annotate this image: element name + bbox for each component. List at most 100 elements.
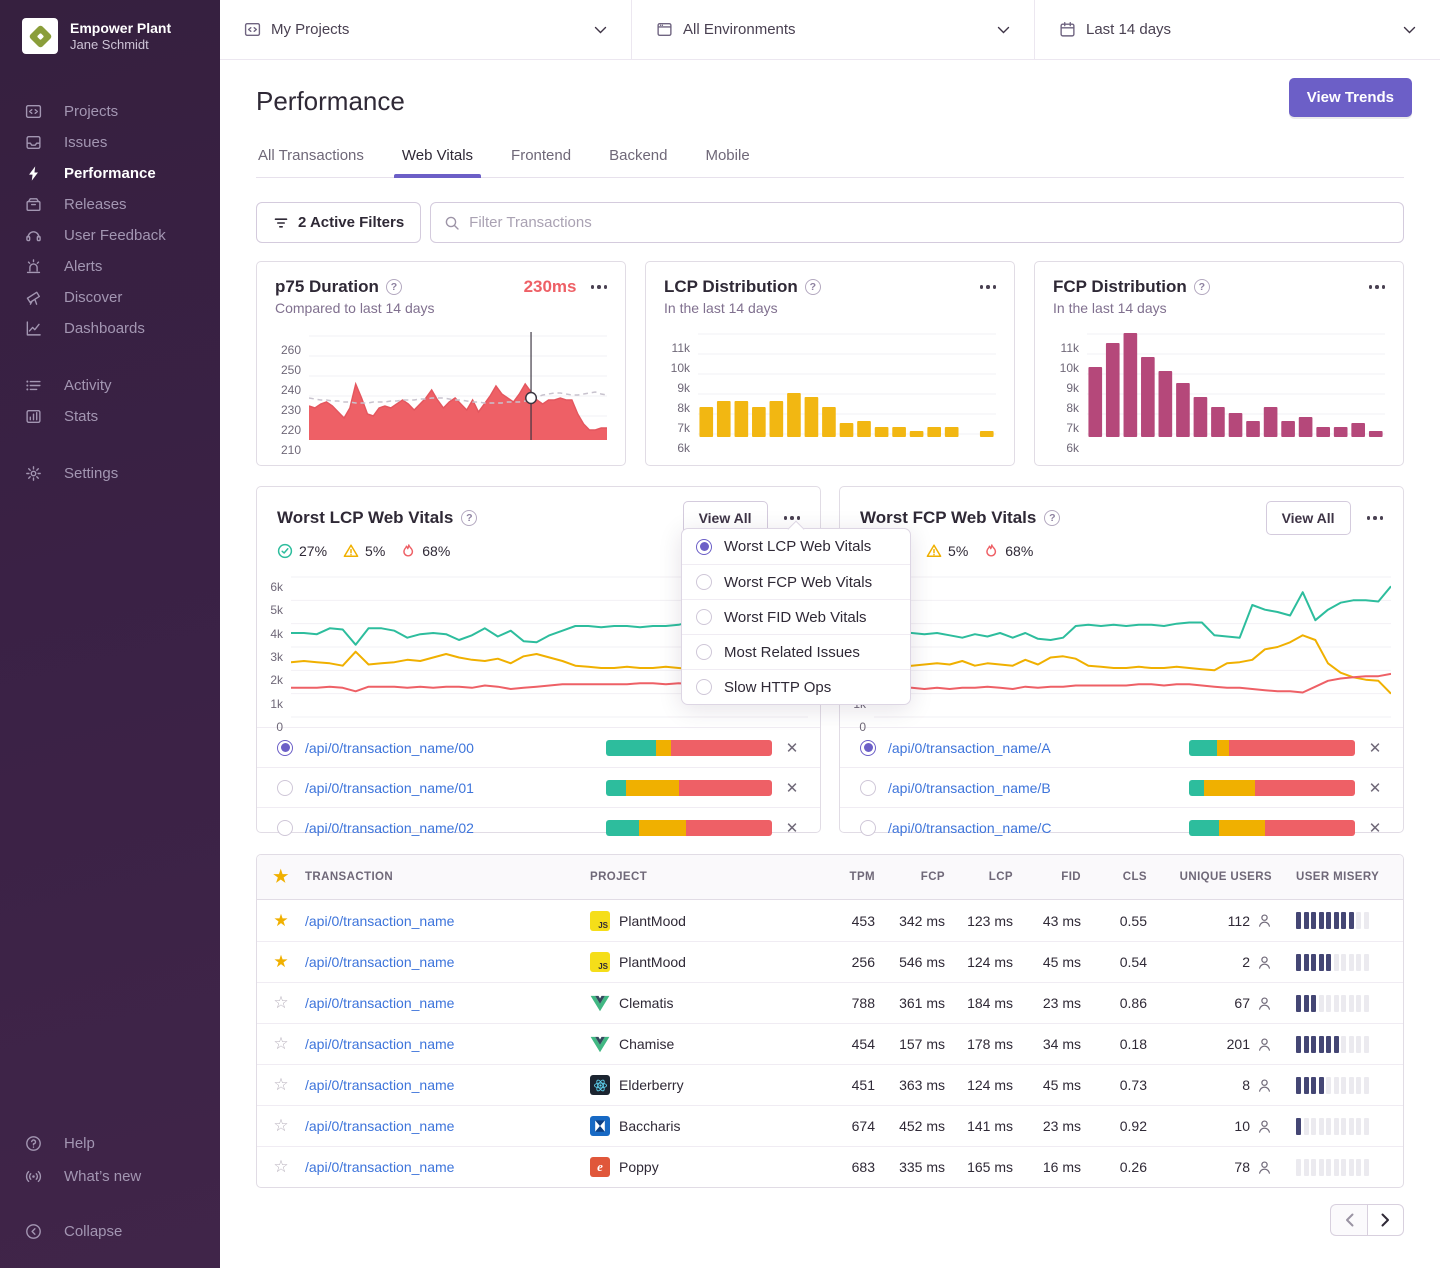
search-input[interactable] — [469, 214, 1390, 231]
help-icon[interactable]: ? — [461, 510, 477, 526]
star-toggle[interactable]: ☆ — [273, 993, 288, 1012]
menu-item-most-related-issues[interactable]: Most Related Issues — [682, 634, 910, 669]
transaction-radio[interactable] — [277, 740, 293, 756]
close-icon[interactable]: ✕ — [1367, 739, 1383, 757]
lcp-dist-bar-chart — [698, 330, 996, 442]
sidebar-item-stats[interactable]: Stats — [0, 401, 220, 432]
menu-radio[interactable] — [696, 644, 712, 660]
environment-selector[interactable]: All Environments — [632, 0, 1035, 59]
axis-tick: 8k — [1066, 401, 1079, 415]
fid-value: 45 ms — [1013, 1077, 1081, 1093]
project-selector[interactable]: My Projects — [220, 0, 632, 59]
help-icon[interactable]: ? — [1044, 510, 1060, 526]
star-toggle[interactable]: ☆ — [273, 1075, 288, 1094]
transaction-link[interactable]: /api/0/transaction_name/00 — [305, 740, 474, 756]
card-menu-icon[interactable] — [980, 281, 997, 293]
star-toggle[interactable]: ☆ — [273, 1157, 288, 1176]
react-platform-icon — [590, 1075, 610, 1095]
menu-item-worst-fid-web-vitals[interactable]: Worst FID Web Vitals — [682, 599, 910, 634]
close-icon[interactable]: ✕ — [784, 739, 800, 757]
tab-backend[interactable]: Backend — [607, 147, 669, 177]
star-column-header-icon[interactable]: ★ — [273, 867, 289, 886]
transaction-link[interactable]: /api/0/transaction_name — [305, 1118, 454, 1134]
menu-item-label: Most Related Issues — [724, 644, 860, 661]
tab-frontend[interactable]: Frontend — [509, 147, 573, 177]
help-icon[interactable]: ? — [805, 279, 821, 295]
warning-triangle-icon — [926, 543, 942, 559]
card-menu-icon[interactable] — [1367, 512, 1384, 524]
close-icon[interactable]: ✕ — [1367, 819, 1383, 837]
sidebar-item-label: Issues — [64, 134, 107, 151]
sidebar-item-label: What’s new — [64, 1168, 141, 1185]
transaction-link[interactable]: /api/0/transaction_name — [305, 1159, 454, 1175]
transaction-radio[interactable] — [860, 740, 876, 756]
close-icon[interactable]: ✕ — [784, 819, 800, 837]
star-toggle[interactable]: ★ — [273, 911, 288, 930]
star-toggle[interactable]: ☆ — [273, 1034, 288, 1053]
col-cls: CLS — [1081, 871, 1147, 883]
sidebar-item-feedback[interactable]: User Feedback — [0, 220, 220, 251]
menu-radio[interactable] — [696, 609, 712, 625]
transaction-link[interactable]: /api/0/transaction_name — [305, 1036, 454, 1052]
menu-radio[interactable] — [696, 679, 712, 695]
transaction-radio[interactable] — [277, 780, 293, 796]
transaction-link[interactable]: /api/0/transaction_name — [305, 995, 454, 1011]
menu-radio[interactable] — [696, 539, 712, 555]
org-switcher[interactable]: Empower Plant Jane Schmidt — [0, 0, 220, 64]
next-page-button[interactable] — [1367, 1204, 1404, 1236]
menu-item-worst-lcp-web-vitals[interactable]: Worst LCP Web Vitals — [682, 529, 910, 564]
tab-all-transactions[interactable]: All Transactions — [256, 147, 366, 177]
transaction-radio[interactable] — [277, 820, 293, 836]
sidebar-item-discover[interactable]: Discover — [0, 282, 220, 313]
transaction-link[interactable]: /api/0/transaction_name — [305, 913, 454, 929]
close-icon[interactable]: ✕ — [1367, 779, 1383, 797]
sidebar-item-issues[interactable]: Issues — [0, 127, 220, 158]
sidebar-item-releases[interactable]: Releases — [0, 189, 220, 220]
sidebar-item-projects[interactable]: Projects — [0, 96, 220, 127]
menu-radio[interactable] — [696, 574, 712, 590]
transaction-link[interactable]: /api/0/transaction_name/01 — [305, 780, 474, 796]
help-icon[interactable]: ? — [386, 279, 402, 295]
sidebar-item-settings[interactable]: Settings — [0, 458, 220, 489]
transaction-link[interactable]: /api/0/transaction_name — [305, 954, 454, 970]
star-toggle[interactable]: ☆ — [273, 1116, 288, 1135]
chevron-down-icon — [1403, 26, 1416, 34]
card-menu-icon[interactable] — [1369, 281, 1386, 293]
sidebar-item-collapse[interactable]: Collapse — [0, 1215, 220, 1248]
sidebar-item-activity[interactable]: Activity — [0, 370, 220, 401]
transaction-link[interactable]: /api/0/transaction_name/02 — [305, 820, 474, 836]
card-menu-icon[interactable] — [591, 281, 608, 293]
sidebar: Empower Plant Jane Schmidt Projects Issue… — [0, 0, 220, 1268]
transaction-link[interactable]: /api/0/transaction_name/C — [888, 820, 1051, 836]
chevron-right-icon — [1381, 1213, 1390, 1227]
cls-value: 0.92 — [1081, 1118, 1147, 1134]
tab-web-vitals[interactable]: Web Vitals — [400, 147, 475, 177]
tab-mobile[interactable]: Mobile — [703, 147, 751, 177]
previous-page-button[interactable] — [1330, 1204, 1367, 1236]
help-icon[interactable]: ? — [1194, 279, 1210, 295]
active-filters-button[interactable]: 2 Active Filters — [256, 202, 421, 243]
table-header-row: ★TRANSACTIONPROJECTTPMFCPLCPFIDCLSUNIQUE… — [257, 855, 1403, 900]
sidebar-item-help[interactable]: Help — [0, 1127, 220, 1160]
menu-item-slow-http-ops[interactable]: Slow HTTP Ops — [682, 669, 910, 704]
transaction-radio[interactable] — [860, 820, 876, 836]
axis-tick: 6k — [270, 580, 283, 594]
daterange-selector[interactable]: Last 14 days — [1035, 0, 1440, 59]
view-all-button[interactable]: View All — [1266, 501, 1351, 535]
transaction-link[interactable]: /api/0/transaction_name/B — [888, 780, 1051, 796]
transaction-link[interactable]: /api/0/transaction_name/A — [888, 740, 1051, 756]
transaction-link[interactable]: /api/0/transaction_name — [305, 1077, 454, 1093]
sidebar-item-alerts[interactable]: Alerts — [0, 251, 220, 282]
chevron-down-icon — [594, 26, 607, 34]
project-name: Clematis — [619, 995, 673, 1011]
p75-value: 230ms — [524, 277, 577, 297]
sidebar-item-whatsnew[interactable]: What’s new — [0, 1160, 220, 1193]
view-trends-button[interactable]: View Trends — [1289, 78, 1412, 117]
menu-item-worst-fcp-web-vitals[interactable]: Worst FCP Web Vitals — [682, 564, 910, 599]
star-toggle[interactable]: ★ — [273, 952, 288, 971]
close-icon[interactable]: ✕ — [784, 779, 800, 797]
sidebar-item-performance[interactable]: Performance — [0, 158, 220, 189]
fcp-value: 363 ms — [875, 1077, 945, 1093]
sidebar-item-dashboards[interactable]: Dashboards — [0, 313, 220, 344]
transaction-radio[interactable] — [860, 780, 876, 796]
